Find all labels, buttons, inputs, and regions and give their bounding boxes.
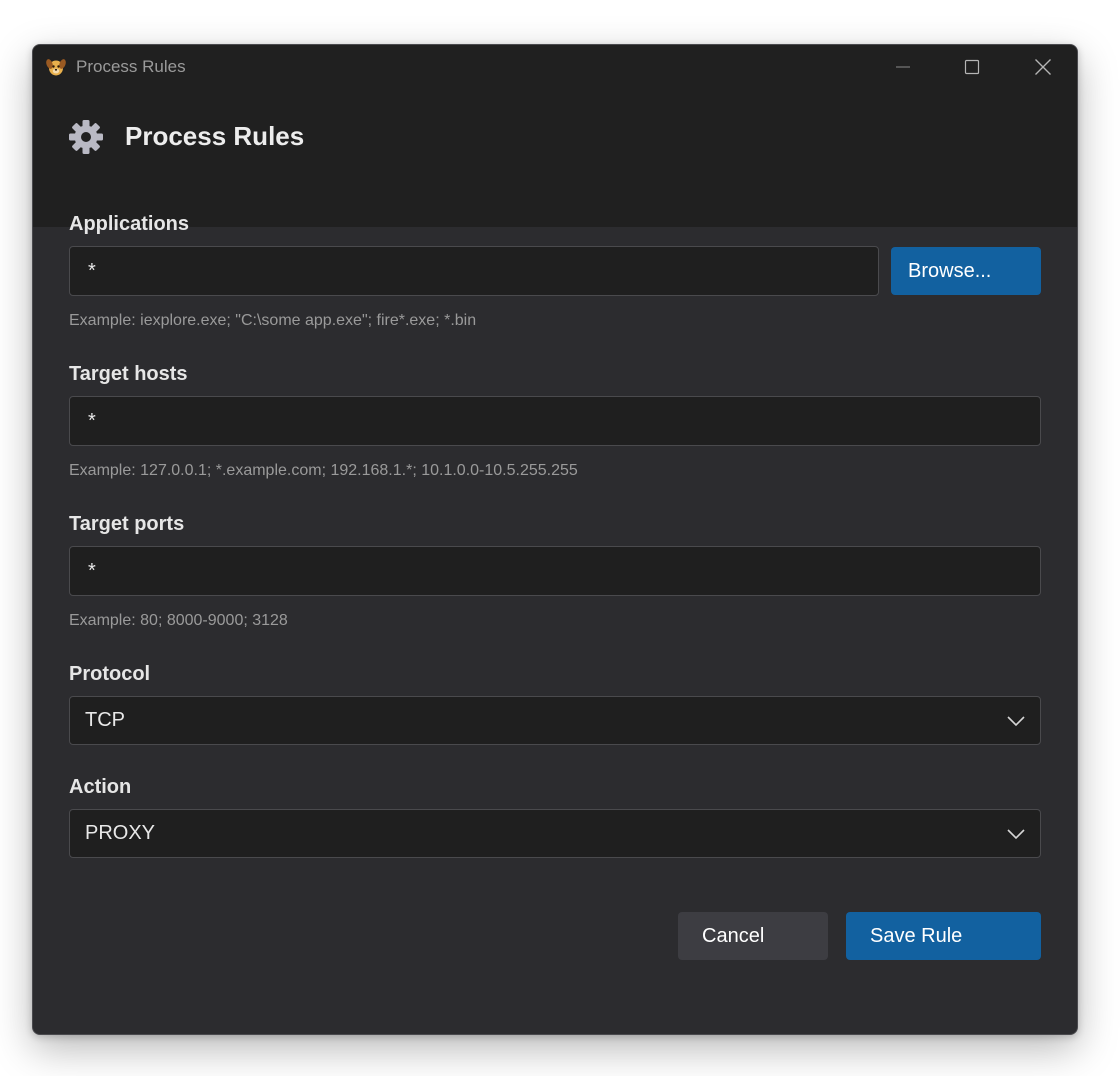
applications-input[interactable]	[69, 246, 879, 296]
gear-icon	[69, 120, 103, 154]
target-hosts-input[interactable]	[69, 396, 1041, 446]
minimize-button[interactable]	[868, 45, 938, 89]
target-hosts-label: Target hosts	[69, 363, 188, 385]
minimize-icon	[896, 66, 910, 68]
applications-hint: Example: iexplore.exe; "C:\some app.exe"…	[69, 312, 477, 329]
target-ports-hint: Example: 80; 8000-9000; 3128	[69, 612, 288, 629]
target-ports-input[interactable]	[69, 546, 1041, 596]
close-icon	[1035, 59, 1051, 75]
title-bar: Process Rules	[33, 45, 1077, 89]
action-label: Action	[69, 776, 132, 798]
browse-button[interactable]: Browse...	[891, 247, 1041, 295]
protocol-label: Protocol	[69, 663, 151, 685]
target-ports-label: Target ports	[69, 513, 185, 535]
protocol-select[interactable]: TCP	[69, 696, 1041, 745]
chevron-down-icon	[1007, 829, 1025, 840]
maximize-icon	[964, 59, 980, 75]
window-title: Process Rules	[76, 57, 186, 76]
applications-label: Applications	[69, 213, 190, 235]
close-button[interactable]	[1008, 45, 1077, 89]
action-selected-value: PROXY	[85, 822, 156, 844]
save-rule-button[interactable]: Save Rule	[846, 912, 1041, 960]
page-title: Process Rules	[125, 121, 305, 151]
protocol-selected-value: TCP	[85, 709, 125, 731]
cancel-button[interactable]: Cancel	[678, 912, 828, 960]
maximize-button[interactable]	[937, 45, 1007, 89]
dialog-header	[33, 89, 1077, 227]
chevron-down-icon	[1007, 716, 1025, 727]
action-select[interactable]: PROXY	[69, 809, 1041, 858]
dog-face-icon	[46, 59, 66, 76]
process-rules-window: Process Rules Process Rules Applications…	[32, 44, 1078, 1035]
target-hosts-hint: Example: 127.0.0.1; *.example.com; 192.1…	[69, 462, 578, 479]
